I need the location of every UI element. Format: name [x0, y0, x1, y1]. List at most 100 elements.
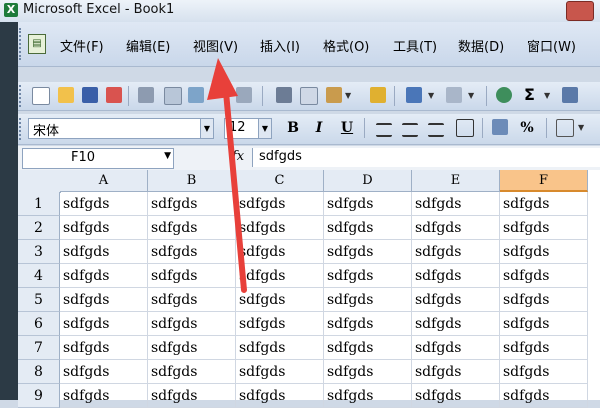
copy-icon[interactable]: [300, 87, 318, 105]
font-size-select[interactable]: 12 ▼: [224, 118, 272, 139]
worksheet-grid[interactable]: A B C D E F 1 sdfgds sdfgds sdfgds sdfgds sdfgds sdf…: [18, 170, 600, 408]
menu-edit[interactable]: 编辑(E): [126, 36, 170, 55]
cell[interactable]: sdfgds: [324, 384, 412, 408]
row-header[interactable]: 7: [18, 336, 60, 360]
autosum-dropdown-icon[interactable]: ▼: [544, 91, 550, 100]
cell[interactable]: sdfgds: [500, 312, 588, 336]
cell[interactable]: sdfgds: [500, 360, 588, 384]
save-icon[interactable]: [82, 87, 98, 103]
row-header[interactable]: 8: [18, 360, 60, 384]
row-header[interactable]: 2: [18, 216, 60, 240]
cell[interactable]: sdfgds: [500, 384, 588, 408]
column-header-d[interactable]: D: [324, 170, 412, 192]
cell[interactable]: sdfgds: [412, 288, 500, 312]
name-box[interactable]: F10 ▼: [22, 148, 174, 169]
align-center-icon[interactable]: [402, 123, 418, 137]
italic-button[interactable]: I: [310, 119, 328, 137]
close-window-button[interactable]: [566, 1, 594, 21]
cell[interactable]: sdfgds: [412, 264, 500, 288]
cell[interactable]: sdfgds: [500, 288, 588, 312]
print-icon[interactable]: [138, 87, 154, 103]
cell[interactable]: sdfgds: [500, 264, 588, 288]
cell[interactable]: sdfgds: [324, 240, 412, 264]
cell[interactable]: sdfgds: [500, 336, 588, 360]
cell[interactable]: sdfgds: [412, 216, 500, 240]
cell[interactable]: sdfgds: [236, 360, 324, 384]
cell[interactable]: sdfgds: [60, 288, 148, 312]
column-header-b[interactable]: B: [148, 170, 236, 192]
column-header-e[interactable]: E: [412, 170, 500, 192]
cell[interactable]: sdfgds: [324, 288, 412, 312]
cell[interactable]: sdfgds: [60, 384, 148, 408]
cell[interactable]: sdfgds: [60, 216, 148, 240]
cell[interactable]: sdfgds: [60, 192, 148, 216]
underline-button[interactable]: U: [338, 119, 356, 137]
column-header-a[interactable]: A: [60, 170, 148, 192]
select-all-corner[interactable]: [18, 170, 61, 193]
fx-icon[interactable]: fx: [232, 149, 244, 164]
cell[interactable]: sdfgds: [60, 336, 148, 360]
cell[interactable]: sdfgds: [148, 264, 236, 288]
hyperlink-icon[interactable]: [496, 87, 512, 103]
cell[interactable]: sdfgds: [500, 216, 588, 240]
cell[interactable]: sdfgds: [148, 336, 236, 360]
borders-icon[interactable]: [556, 119, 574, 137]
cell[interactable]: sdfgds: [148, 240, 236, 264]
cell[interactable]: sdfgds: [412, 312, 500, 336]
cell[interactable]: sdfgds: [324, 312, 412, 336]
cell[interactable]: sdfgds: [236, 384, 324, 408]
cell[interactable]: sdfgds: [236, 312, 324, 336]
new-icon[interactable]: [32, 87, 50, 105]
print-preview-icon[interactable]: [164, 87, 182, 105]
borders-dropdown-icon[interactable]: ▼: [578, 123, 584, 132]
redo-dropdown-icon[interactable]: ▼: [468, 91, 474, 100]
cell[interactable]: sdfgds: [500, 192, 588, 216]
cell[interactable]: sdfgds: [148, 192, 236, 216]
menu-insert[interactable]: 插入(I): [260, 36, 300, 55]
cell[interactable]: sdfgds: [412, 240, 500, 264]
cell[interactable]: sdfgds: [60, 312, 148, 336]
cell[interactable]: sdfgds: [236, 192, 324, 216]
align-right-icon[interactable]: [428, 123, 444, 137]
menu-window[interactable]: 窗口(W): [527, 36, 576, 55]
cell[interactable]: sdfgds: [324, 264, 412, 288]
formatting-grip[interactable]: [19, 118, 24, 140]
menu-view[interactable]: 视图(V): [193, 36, 238, 55]
row-header[interactable]: 5: [18, 288, 60, 312]
percent-button[interactable]: %: [518, 119, 536, 137]
row-header[interactable]: 3: [18, 240, 60, 264]
menu-tools[interactable]: 工具(T): [393, 36, 437, 55]
redo-icon[interactable]: [446, 87, 462, 103]
autosum-icon[interactable]: Σ: [524, 85, 535, 104]
cell[interactable]: sdfgds: [236, 336, 324, 360]
cut-icon[interactable]: [276, 87, 292, 103]
column-header-c[interactable]: C: [236, 170, 324, 192]
cell[interactable]: sdfgds: [148, 288, 236, 312]
cell[interactable]: sdfgds: [412, 384, 500, 408]
menu-data[interactable]: 数据(D): [458, 36, 504, 55]
research-icon[interactable]: [236, 87, 252, 103]
cell[interactable]: sdfgds: [236, 240, 324, 264]
column-header-f[interactable]: F: [500, 170, 588, 192]
bold-button[interactable]: B: [284, 119, 302, 137]
cell[interactable]: sdfgds: [60, 264, 148, 288]
cell[interactable]: sdfgds: [236, 288, 324, 312]
cell[interactable]: sdfgds: [148, 216, 236, 240]
menu-grip[interactable]: [19, 28, 24, 60]
menu-format[interactable]: 格式(O): [323, 36, 369, 55]
paste-dropdown-icon[interactable]: ▼: [345, 91, 351, 100]
cell[interactable]: sdfgds: [148, 360, 236, 384]
cell[interactable]: sdfgds: [60, 360, 148, 384]
chevron-down-icon[interactable]: ▼: [258, 119, 271, 138]
formula-input[interactable]: sdfgds: [252, 148, 600, 167]
sort-ascending-icon[interactable]: [562, 87, 578, 103]
cell[interactable]: sdfgds: [324, 336, 412, 360]
cell[interactable]: sdfgds: [500, 240, 588, 264]
cell[interactable]: sdfgds: [60, 240, 148, 264]
font-name-select[interactable]: 宋体 ▼: [28, 118, 214, 139]
cell[interactable]: sdfgds: [412, 336, 500, 360]
row-header[interactable]: 9: [18, 384, 60, 408]
cell[interactable]: sdfgds: [324, 360, 412, 384]
paste-icon[interactable]: [326, 87, 342, 103]
chevron-down-icon[interactable]: ▼: [164, 151, 171, 161]
